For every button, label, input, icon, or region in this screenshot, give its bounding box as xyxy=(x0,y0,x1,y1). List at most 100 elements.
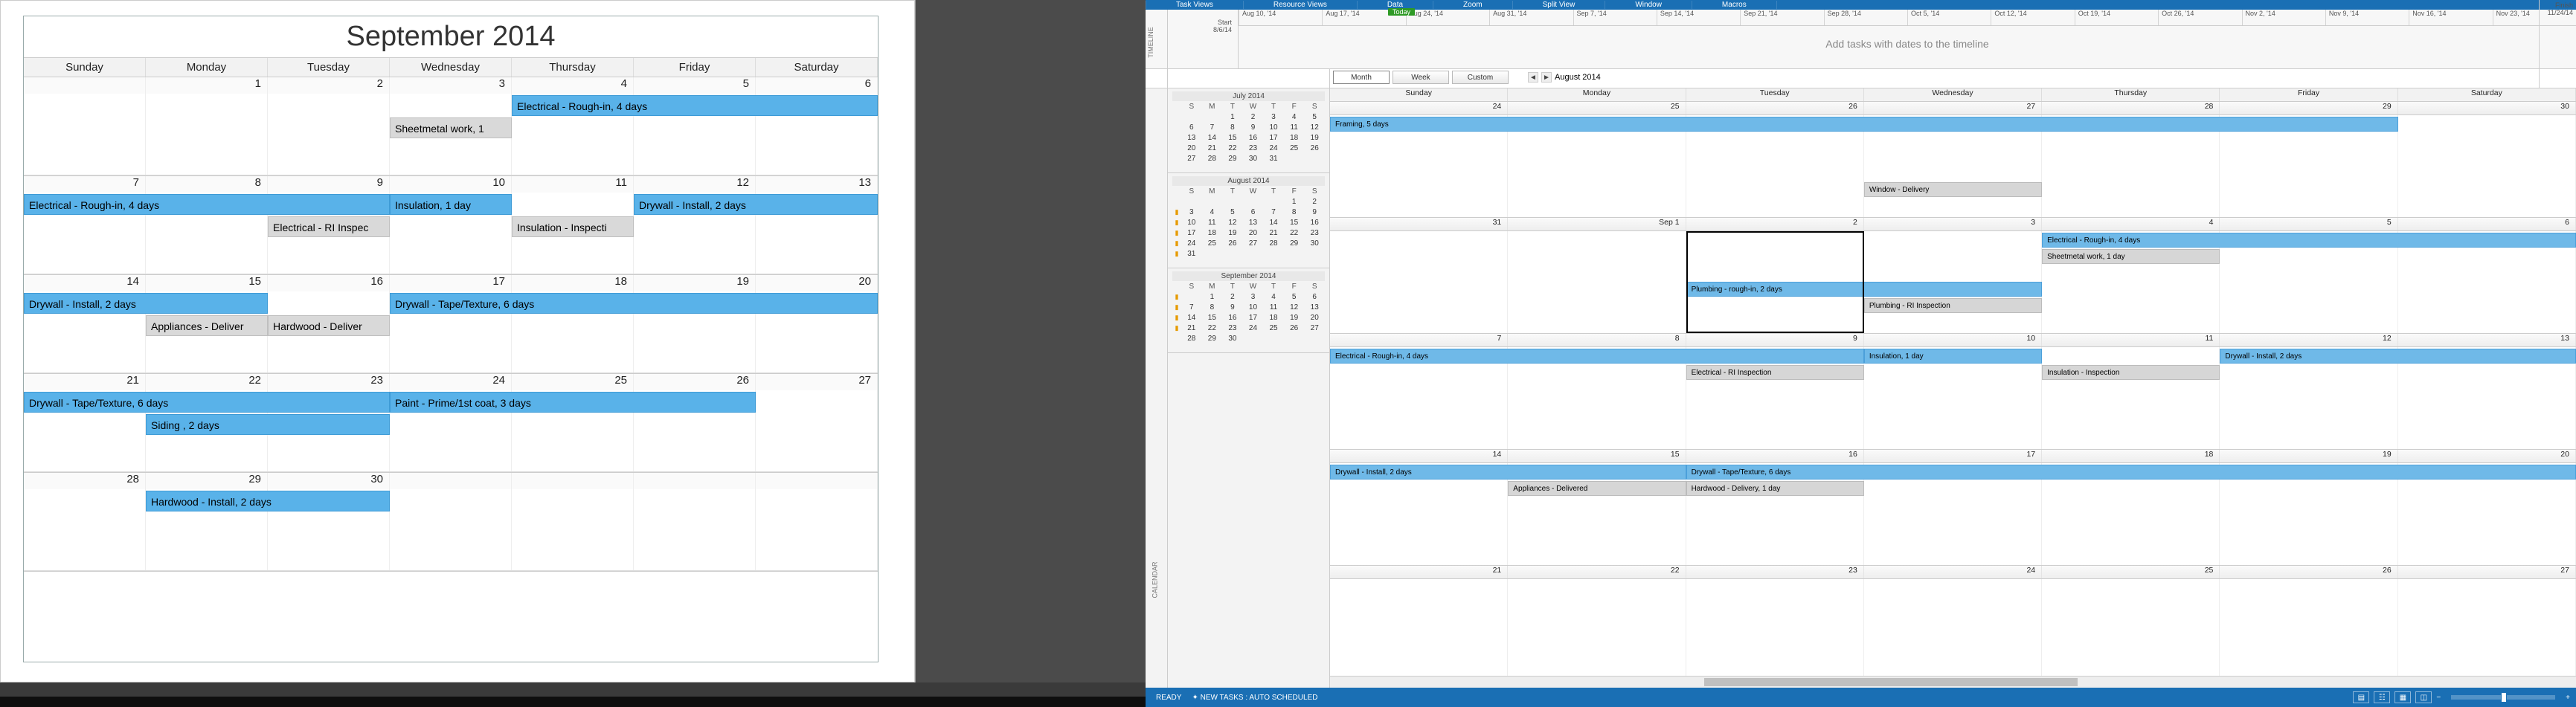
mini-day[interactable]: 5 xyxy=(1284,293,1305,303)
calendar-day[interactable]: 10 xyxy=(390,176,512,193)
task-event[interactable]: Framing, 5 days xyxy=(1330,117,2398,132)
calendar-day[interactable] xyxy=(390,473,512,489)
grid-day[interactable]: 29 xyxy=(2220,102,2397,114)
mini-day[interactable]: 23 xyxy=(1304,229,1325,239)
mini-day[interactable]: 3 xyxy=(1181,208,1202,219)
ribbon-tab[interactable]: Window xyxy=(1605,1,1692,9)
mini-day[interactable]: 2 xyxy=(1222,293,1243,303)
calendar-day[interactable]: 8 xyxy=(146,176,268,193)
mini-day[interactable]: 31 xyxy=(1263,155,1284,165)
mini-day[interactable]: 6 xyxy=(1304,293,1325,303)
calendar-day[interactable]: 1 xyxy=(146,77,268,94)
grid-day[interactable]: Sep 1 xyxy=(1508,218,1686,230)
mini-day[interactable]: 17 xyxy=(1263,134,1284,144)
grid-day[interactable]: 26 xyxy=(1686,102,1864,114)
calendar-day[interactable]: 27 xyxy=(756,374,878,390)
mini-day[interactable]: 22 xyxy=(1222,144,1243,155)
task-event[interactable]: Insulation, 1 day xyxy=(390,194,512,215)
mini-day[interactable]: 7 xyxy=(1263,208,1284,219)
mini-day[interactable]: 16 xyxy=(1243,134,1264,144)
mini-day[interactable]: 10 xyxy=(1243,303,1264,314)
mini-day[interactable]: 16 xyxy=(1304,219,1325,229)
grid-day[interactable]: 21 xyxy=(1330,566,1508,578)
mini-day[interactable]: 20 xyxy=(1243,229,1264,239)
zoom-in-icon[interactable]: + xyxy=(2566,694,2570,702)
calendar-day[interactable]: 28 xyxy=(24,473,146,489)
grid-day[interactable]: 18 xyxy=(2042,450,2220,462)
grid-day[interactable]: 20 xyxy=(2398,450,2576,462)
calendar-day[interactable]: 7 xyxy=(24,176,146,193)
mini-day[interactable]: 23 xyxy=(1243,144,1264,155)
mini-day[interactable]: 9 xyxy=(1304,208,1325,219)
timeline-today-badge[interactable]: Today xyxy=(1388,8,1415,16)
mini-day[interactable] xyxy=(1222,198,1243,208)
mini-day[interactable]: 3 xyxy=(1243,293,1264,303)
calendar-day[interactable]: 23 xyxy=(268,374,390,390)
ribbon-tab[interactable]: Resource Views xyxy=(1244,1,1358,9)
calendar-day[interactable]: 29 xyxy=(146,473,268,489)
task-event[interactable]: Siding , 2 days xyxy=(146,414,390,435)
calendar-day[interactable] xyxy=(634,473,756,489)
mini-day[interactable] xyxy=(1304,155,1325,165)
grid-day[interactable]: 17 xyxy=(1864,450,2042,462)
mini-day[interactable]: 11 xyxy=(1202,219,1223,229)
mini-day[interactable]: 29 xyxy=(1222,155,1243,165)
grid-day[interactable]: 9 xyxy=(1686,334,1864,346)
calendar-day[interactable]: 17 xyxy=(390,275,512,291)
mini-day[interactable]: 4 xyxy=(1284,113,1305,123)
view-gantt-icon[interactable]: ▤ xyxy=(2353,691,2369,703)
grid-day[interactable]: 4 xyxy=(2042,218,2220,230)
zoom-handle[interactable] xyxy=(2501,692,2507,703)
grid-day[interactable]: 24 xyxy=(1330,102,1508,114)
grid-day[interactable]: 31 xyxy=(1330,218,1508,230)
mini-day[interactable]: 19 xyxy=(1284,314,1305,324)
calendar-day[interactable]: 11 xyxy=(512,176,634,193)
mini-day[interactable]: 30 xyxy=(1222,335,1243,345)
mini-day[interactable]: 12 xyxy=(1304,123,1325,134)
task-event[interactable]: Appliances - Delivered xyxy=(1508,481,1686,496)
mini-calendar[interactable]: August 2014▮▮▮▮▮SMTWTFS12345678910111213… xyxy=(1168,173,1329,268)
grid-day[interactable]: 16 xyxy=(1686,450,1864,462)
task-event[interactable]: Paint - Prime/1st coat, 3 days xyxy=(390,392,756,413)
grid-day[interactable]: 15 xyxy=(1508,450,1686,462)
mini-day[interactable]: 21 xyxy=(1181,324,1202,335)
calendar-day[interactable]: 2 xyxy=(268,77,390,94)
task-event[interactable]: Electrical - RI Inspec xyxy=(268,216,390,237)
task-event[interactable]: Appliances - Deliver xyxy=(146,315,268,336)
ribbon-tab[interactable]: Task Views xyxy=(1146,1,1244,9)
grid-day[interactable]: 8 xyxy=(1508,334,1686,346)
grid-day[interactable]: 10 xyxy=(1864,334,2042,346)
calendar-day[interactable]: 25 xyxy=(512,374,634,390)
mini-day[interactable]: 12 xyxy=(1222,219,1243,229)
mini-day[interactable] xyxy=(1243,198,1264,208)
mini-day[interactable]: 4 xyxy=(1202,208,1223,219)
mini-calendar[interactable]: September 2014▮▮▮▮SMTWTFS123456789101112… xyxy=(1168,268,1329,353)
task-event[interactable]: Sheetmetal work, 1 day xyxy=(2042,249,2220,264)
ribbon-tab[interactable]: Zoom xyxy=(1433,1,1513,9)
task-event[interactable]: Hardwood - Install, 2 days xyxy=(146,491,390,511)
mini-day[interactable]: 20 xyxy=(1304,314,1325,324)
mini-day[interactable]: 1 xyxy=(1202,293,1223,303)
mini-day[interactable]: 13 xyxy=(1243,219,1264,229)
task-event[interactable]: Drywall - Tape/Texture, 6 days xyxy=(1686,465,2576,480)
mini-day[interactable]: 11 xyxy=(1263,303,1284,314)
calendar-day[interactable]: 9 xyxy=(268,176,390,193)
mini-day[interactable]: 14 xyxy=(1181,314,1202,324)
calendar-day[interactable] xyxy=(24,77,146,94)
calendar-day[interactable]: 18 xyxy=(512,275,634,291)
mini-day[interactable]: 19 xyxy=(1304,134,1325,144)
grid-day[interactable]: 12 xyxy=(2220,334,2397,346)
mini-day[interactable]: 30 xyxy=(1243,155,1264,165)
mini-day[interactable]: 15 xyxy=(1202,314,1223,324)
mini-day[interactable] xyxy=(1263,335,1284,345)
prev-month-button[interactable]: ◄ xyxy=(1528,72,1538,83)
mini-day[interactable]: 8 xyxy=(1222,123,1243,134)
calendar-day[interactable]: 20 xyxy=(756,275,878,291)
task-event[interactable]: Drywall - Tape/Texture, 6 days xyxy=(24,392,390,413)
mini-day[interactable]: 26 xyxy=(1304,144,1325,155)
mini-day[interactable] xyxy=(1202,113,1223,123)
calendar-day[interactable]: 4 xyxy=(512,77,634,94)
zoom-out-icon[interactable]: − xyxy=(2436,694,2441,702)
mini-day[interactable]: 5 xyxy=(1304,113,1325,123)
mini-day[interactable]: 24 xyxy=(1181,239,1202,250)
